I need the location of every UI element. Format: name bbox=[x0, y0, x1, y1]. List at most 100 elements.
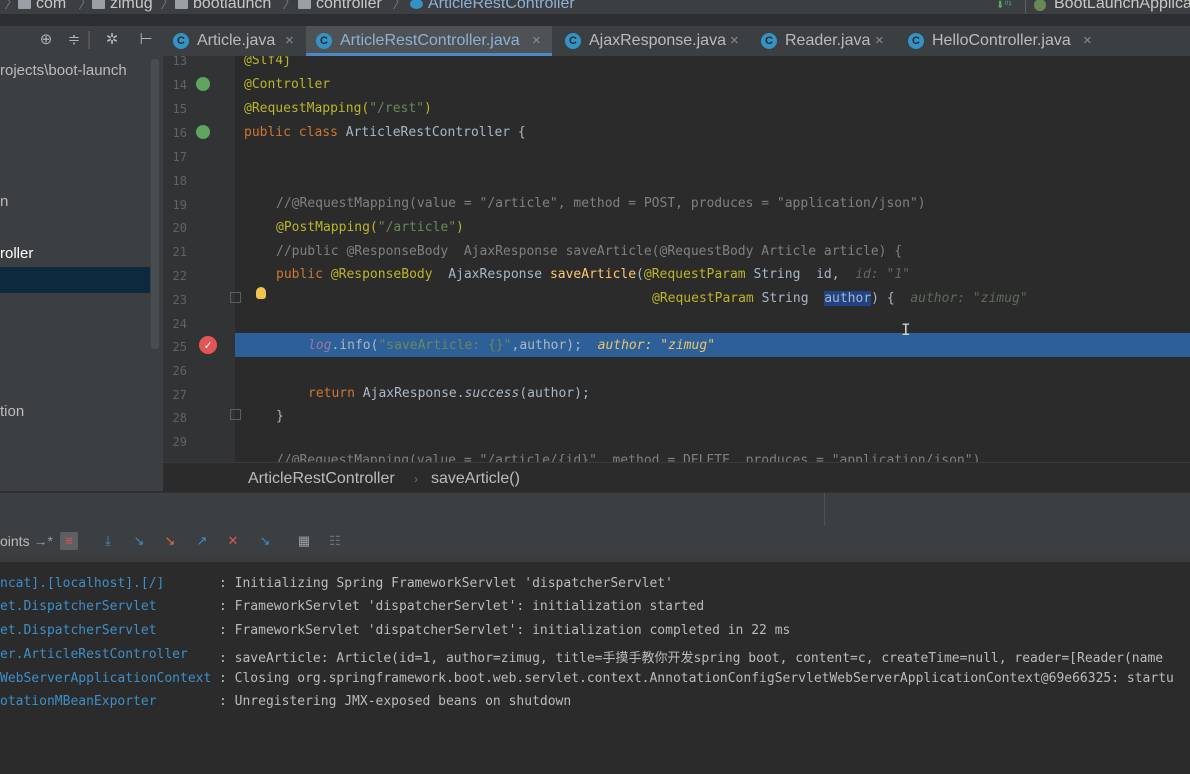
lightbulb-icon[interactable] bbox=[256, 287, 266, 299]
drop-frame-icon[interactable]: ✕ bbox=[224, 532, 242, 550]
log-source[interactable]: et.DispatcherServlet bbox=[0, 623, 157, 638]
keyword-token: public class bbox=[244, 125, 346, 140]
comment-token: //@RequestMapping(value = "/article", me… bbox=[276, 196, 926, 211]
breadcrumb-item-com[interactable]: com bbox=[18, 0, 67, 12]
editor-tabs: C Article.java × C ArticleRestController… bbox=[163, 26, 1190, 57]
breadcrumb-item-class[interactable]: ArticleRestController bbox=[410, 0, 575, 12]
evaluate-expression-icon[interactable]: ▦ bbox=[295, 532, 313, 550]
tab-article-rest-controller-java[interactable]: C ArticleRestController.java × bbox=[306, 26, 552, 56]
folder-icon bbox=[18, 0, 31, 9]
log-source[interactable]: er.ArticleRestController bbox=[0, 647, 188, 662]
tab-ajax-response-java[interactable]: C AjaxResponse.java × bbox=[555, 26, 751, 56]
run-to-cursor-icon[interactable]: ↘ bbox=[256, 532, 274, 550]
breadcrumb-label: ArticleRestController bbox=[428, 0, 575, 12]
show-execution-point-icon[interactable]: ≡ bbox=[60, 532, 78, 550]
log-source[interactable]: WebServerApplicationContext bbox=[0, 671, 211, 686]
log-source[interactable]: ncat].[localhost].[/] bbox=[0, 576, 164, 591]
line-number: 28 bbox=[172, 411, 187, 425]
breadcrumb-item-zimug[interactable]: zimug bbox=[92, 0, 153, 12]
fold-icon[interactable] bbox=[230, 292, 241, 303]
structure-breadcrumb: ArticleRestController › saveArticle() bbox=[163, 462, 1190, 493]
close-icon[interactable]: × bbox=[532, 32, 541, 49]
annotation-token: @Controller bbox=[244, 77, 331, 92]
project-selected-row bbox=[0, 267, 150, 293]
trace-stream-icon[interactable]: ☷ bbox=[326, 532, 344, 550]
string-token: "/rest" bbox=[369, 101, 425, 116]
breadcrumb-item-bootlaunch[interactable]: bootlaunch bbox=[175, 0, 271, 12]
project-tree-item[interactable]: n bbox=[0, 193, 8, 210]
gear-icon[interactable]: ✲ bbox=[104, 32, 120, 48]
spring-bean-icon[interactable] bbox=[196, 77, 210, 91]
breadcrumb-separator: 〉 bbox=[392, 0, 409, 12]
class-icon: C bbox=[316, 33, 332, 49]
line-number: 17 bbox=[172, 150, 187, 164]
step-into-icon[interactable]: ↘ bbox=[130, 532, 148, 550]
breakpoints-tab-label: oints bbox=[0, 533, 30, 549]
toolbar-divider bbox=[88, 31, 90, 49]
locate-icon[interactable]: ⊕ bbox=[38, 32, 54, 48]
line-number: 16 bbox=[172, 126, 187, 140]
tab-reader-java[interactable]: C Reader.java × bbox=[751, 26, 896, 56]
force-step-into-icon[interactable]: ↘ bbox=[161, 532, 179, 550]
hide-panel-icon[interactable]: ⊢ bbox=[138, 32, 154, 48]
project-root-path[interactable]: rojects\boot-launch bbox=[0, 62, 127, 79]
project-scrollbar[interactable] bbox=[151, 59, 159, 349]
class-icon: C bbox=[908, 33, 924, 49]
paren-token: ( bbox=[636, 267, 644, 282]
parameter-token: String id, bbox=[745, 267, 840, 282]
tab-article-java[interactable]: C Article.java × bbox=[163, 26, 306, 56]
breadcrumb-separator: 〉 bbox=[282, 0, 299, 12]
method-name-token: saveArticle bbox=[549, 267, 637, 282]
code-line-25: log.info("saveArticle: {}",author); auth… bbox=[308, 338, 715, 353]
code-line-21: //public @ResponseBody AjaxResponse save… bbox=[276, 244, 902, 259]
run-configuration-label: BootLaunchApplica bbox=[1054, 0, 1190, 12]
code-editor[interactable]: 13 14 15 16 17 18 19 20 21 22 23 24 25 2… bbox=[163, 56, 1190, 462]
class-icon: C bbox=[173, 33, 189, 49]
close-icon[interactable]: × bbox=[875, 32, 884, 49]
navigation-breadcrumb: 〉 com 〉 zimug 〉 bootlaunch 〉 controller … bbox=[0, 0, 1190, 14]
selected-token: author bbox=[824, 291, 872, 306]
annotation-token: @Slf4j bbox=[244, 56, 291, 68]
field-token: log bbox=[308, 338, 332, 353]
annotation-token: ) bbox=[456, 220, 464, 235]
close-icon[interactable]: × bbox=[730, 32, 739, 49]
class-icon: C bbox=[565, 33, 581, 49]
project-tree-item-selected[interactable]: roller bbox=[0, 245, 33, 262]
annotation-token: @RequestMapping( bbox=[244, 101, 370, 116]
string-token: "saveArticle: {}" bbox=[378, 338, 512, 353]
console-output[interactable]: ncat].[localhost].[/] : Initializing Spr… bbox=[0, 556, 1190, 774]
breadcrumb-label: com bbox=[36, 0, 67, 12]
argument-token: (author); bbox=[519, 386, 590, 401]
fold-icon[interactable] bbox=[230, 409, 241, 420]
folder-icon bbox=[92, 0, 105, 9]
log-message: : Unregistering JMX-exposed beans on shu… bbox=[219, 694, 572, 709]
log-message: : Closing org.springframework.boot.web.s… bbox=[219, 671, 1174, 686]
log-source[interactable]: et.DispatcherServlet bbox=[0, 599, 157, 614]
close-icon[interactable]: × bbox=[1083, 32, 1092, 49]
code-line-16: public class ArticleRestController { bbox=[244, 125, 526, 140]
run-configuration-selector[interactable]: BootLaunchApplica bbox=[1025, 0, 1190, 14]
line-number: 24 bbox=[172, 317, 187, 331]
collapse-all-icon[interactable]: ≑ bbox=[66, 32, 82, 48]
folder-icon bbox=[175, 0, 188, 9]
code-line-19: //@RequestMapping(value = "/article", me… bbox=[276, 196, 926, 211]
code-line-22: public @ResponseBody AjaxResponse saveAr… bbox=[276, 267, 910, 282]
sort-arrows-icon[interactable]: ⬇⁰¹ bbox=[996, 0, 1012, 12]
class-icon bbox=[410, 0, 423, 9]
step-out-icon[interactable]: ↗ bbox=[193, 532, 211, 550]
breadcrumb-method[interactable]: saveArticle() bbox=[431, 470, 520, 488]
step-over-icon[interactable]: ⤓ bbox=[99, 532, 117, 550]
breakpoint-icon[interactable]: ✓ bbox=[199, 336, 217, 354]
inline-debug-value: author: "zimug" bbox=[597, 338, 716, 353]
line-number: 14 bbox=[172, 78, 187, 92]
breadcrumb-class[interactable]: ArticleRestController bbox=[248, 470, 395, 488]
breadcrumb-label: controller bbox=[316, 0, 382, 12]
breakpoints-tab[interactable]: oints →* bbox=[0, 533, 53, 549]
spring-bean-icon[interactable] bbox=[196, 125, 210, 139]
tab-hello-controller-java[interactable]: C HelloController.java × bbox=[898, 26, 1103, 56]
breadcrumb-item-controller[interactable]: controller bbox=[298, 0, 382, 12]
project-tree-item[interactable]: tion bbox=[0, 403, 24, 420]
breadcrumb-label: zimug bbox=[110, 0, 153, 12]
close-icon[interactable]: × bbox=[285, 32, 294, 49]
log-source[interactable]: otationMBeanExporter bbox=[0, 694, 157, 709]
